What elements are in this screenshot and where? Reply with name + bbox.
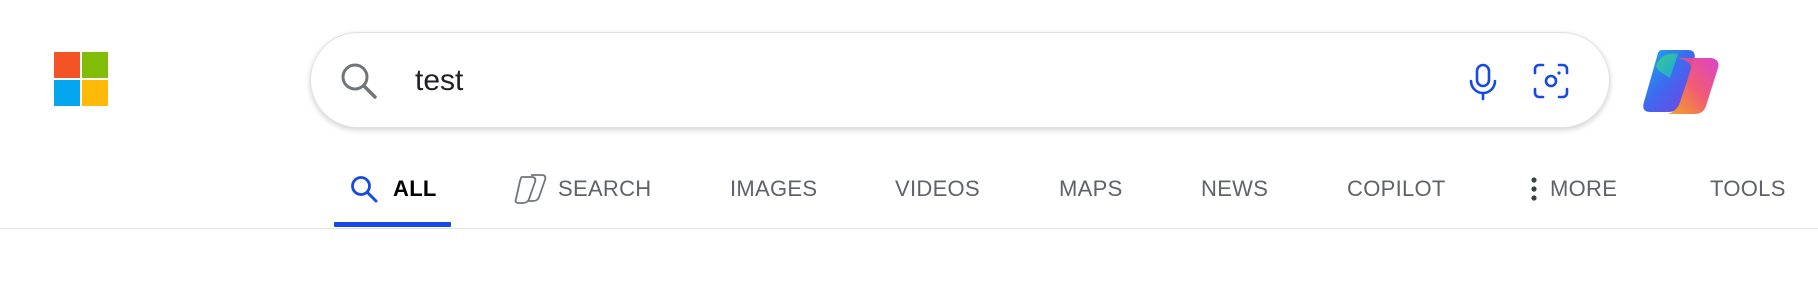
microphone-icon[interactable] — [1461, 59, 1505, 103]
logo-yellow-square — [82, 80, 108, 106]
vertical-tabs: ALL SEARCH IMAGES VIDEOS MAPS NEWS COPIL… — [0, 150, 1818, 230]
visual-search-icon[interactable] — [1529, 59, 1573, 103]
tab-maps[interactable]: MAPS — [1059, 150, 1123, 228]
copilot-icon[interactable] — [1640, 44, 1722, 118]
tab-search-label: SEARCH — [558, 176, 652, 201]
active-tab-indicator — [334, 222, 451, 227]
tab-news-label: NEWS — [1201, 176, 1269, 201]
tab-copilot-label: COPILOT — [1347, 176, 1446, 201]
tab-videos-label: VIDEOS — [895, 176, 980, 201]
tab-more[interactable]: MORE — [1530, 150, 1617, 228]
tab-copilot[interactable]: COPILOT — [1347, 150, 1446, 228]
logo-blue-square — [54, 80, 80, 106]
logo-red-square — [54, 52, 80, 78]
tab-images-label: IMAGES — [730, 176, 818, 201]
search-box — [310, 32, 1610, 128]
tab-search[interactable]: SEARCH — [514, 150, 652, 228]
header-divider — [0, 228, 1818, 229]
tab-more-label: MORE — [1550, 176, 1618, 201]
tab-tools[interactable]: TOOLS — [1710, 150, 1786, 228]
tab-news[interactable]: NEWS — [1201, 150, 1268, 228]
tab-all[interactable]: ALL — [349, 150, 437, 228]
search-results-page: ALL SEARCH IMAGES VIDEOS MAPS NEWS COPIL… — [0, 0, 1818, 300]
search-icon[interactable] — [337, 59, 381, 103]
tab-videos[interactable]: VIDEOS — [895, 150, 980, 228]
tab-maps-label: MAPS — [1059, 176, 1123, 201]
tab-tools-label: TOOLS — [1710, 176, 1786, 201]
copilot-search-icon — [514, 173, 548, 205]
logo-green-square — [82, 52, 108, 78]
tab-images[interactable]: IMAGES — [730, 150, 817, 228]
search-tab-icon — [349, 174, 379, 204]
search-input[interactable] — [415, 57, 1415, 105]
microsoft-logo[interactable] — [54, 52, 108, 106]
more-dots-icon — [1530, 176, 1538, 202]
tab-all-label: ALL — [393, 176, 437, 201]
